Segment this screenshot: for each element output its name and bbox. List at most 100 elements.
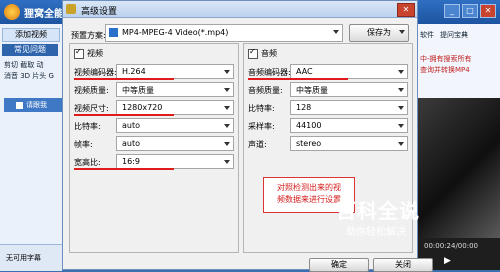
chevron-down-icon <box>224 160 230 164</box>
chevron-down-icon <box>398 124 404 128</box>
audio-codec-select[interactable]: AAC <box>290 64 408 79</box>
app-logo-icon <box>4 4 20 20</box>
play-icon[interactable]: ▶ <box>444 256 451 266</box>
right-tabs: 软件 提问宝典 <box>420 30 474 40</box>
audio-codec-row: 音频编码器: AAC <box>248 64 410 79</box>
audio-channel-select[interactable]: stereo <box>290 136 408 151</box>
video-checkbox[interactable] <box>74 47 84 59</box>
video-size-row: 视频尺寸: 1280x720 <box>74 100 236 115</box>
chevron-down-icon <box>224 70 230 74</box>
video-aspect-select[interactable]: 16:9 <box>116 154 234 169</box>
field-value: 16:9 <box>122 157 140 166</box>
annotation-line: 对照检测出来的视 <box>277 183 341 192</box>
minimize-icon[interactable]: _ <box>444 4 460 18</box>
video-framerate-row: 帧率: auto <box>74 136 236 151</box>
highlight-underline <box>74 114 174 116</box>
audio-bitrate-select[interactable]: 128 <box>290 100 408 115</box>
field-value: 128 <box>296 103 312 112</box>
chevron-down-icon <box>399 30 405 34</box>
chevron-down-icon <box>224 106 230 110</box>
watermark-title: 百科全说 <box>336 199 420 223</box>
chevron-down-icon <box>224 142 230 146</box>
tool-menu-line[interactable]: 消音 3D 片头 G <box>4 71 64 82</box>
app-tool-menu: 剪切 截取 动 消音 3D 片头 G <box>4 60 64 82</box>
field-label: 声道: <box>248 140 267 149</box>
audio-quality-row: 音频质量: 中等质量 <box>248 82 410 97</box>
chevron-down-icon <box>398 142 404 146</box>
chevron-down-icon <box>224 124 230 128</box>
video-codec-select[interactable]: H.264 <box>116 64 234 79</box>
video-bitrate-row: 比特率: auto <box>74 118 236 133</box>
audio-checkbox[interactable] <box>248 47 258 59</box>
field-value: 1280x720 <box>122 103 163 112</box>
field-label: 比特率: <box>248 104 275 113</box>
save-as-button[interactable]: 保存为 <box>349 24 409 42</box>
field-value: auto <box>122 121 141 130</box>
video-quality-row: 视频质量: 中等质量 <box>74 82 236 97</box>
audio-channel-row: 声道: stereo <box>248 136 410 151</box>
add-video-tab[interactable]: 添加视频 <box>2 28 60 42</box>
row-label: 请跟我 <box>26 101 47 109</box>
field-label: 比特率: <box>74 122 101 131</box>
video-header-label: 视频 <box>87 49 103 58</box>
field-label: 音频质量: <box>248 86 283 95</box>
field-value: 中等质量 <box>296 86 328 95</box>
right-link[interactable]: 查询并转换MP4 <box>420 65 472 76</box>
dialog-close-icon[interactable]: ✕ <box>397 3 415 17</box>
dialog-title: 高级设置 <box>81 7 118 17</box>
close-icon[interactable]: ✕ <box>480 4 496 18</box>
right-links: 中-拥有搜索所有 查询并转换MP4 <box>420 54 472 76</box>
field-label: 宽高比: <box>74 158 101 167</box>
field-label: 视频质量: <box>74 86 109 95</box>
row-checkbox[interactable] <box>16 101 23 109</box>
field-label: 采样率: <box>248 122 275 131</box>
field-label: 视频编码器: <box>74 68 117 77</box>
subtitle-status[interactable]: 无可用字幕 <box>6 253 41 263</box>
dialog-titlebar: 高级设置 ✕ <box>63 1 417 18</box>
field-value: 中等质量 <box>122 86 154 95</box>
audio-header-label: 音频 <box>261 49 277 58</box>
right-link[interactable]: 中-拥有搜索所有 <box>420 54 472 65</box>
field-label: 视频尺寸: <box>74 104 109 113</box>
maximize-icon[interactable]: □ <box>462 4 478 18</box>
video-list-row[interactable]: 请跟我 <box>4 98 62 112</box>
preset-value: MP4-MPEG-4 Video(*.mp4) <box>122 28 229 37</box>
audio-bitrate-row: 比特率: 128 <box>248 100 410 115</box>
video-codec-row: 视频编码器: H.264 <box>74 64 236 79</box>
right-tab[interactable]: 提问宝典 <box>440 30 468 40</box>
right-tab[interactable]: 软件 <box>420 30 434 40</box>
format-icon <box>109 28 118 37</box>
faq-tab[interactable]: 常见问题 <box>2 44 58 56</box>
field-value: auto <box>122 139 141 148</box>
preset-label: 预置方案: <box>71 31 106 40</box>
field-value: 44100 <box>296 121 322 130</box>
preset-select[interactable]: MP4-MPEG-4 Video(*.mp4) <box>105 24 343 42</box>
tool-menu-line[interactable]: 剪切 截取 动 <box>4 60 64 71</box>
video-panel: 视频 视频编码器: H.264 视频质量: 中等质量 视频尺寸: 1280x72… <box>69 43 239 253</box>
video-aspect-row: 宽高比: 16:9 <box>74 154 236 169</box>
chevron-down-icon <box>333 30 339 34</box>
field-label: 音频编码器: <box>248 68 291 77</box>
field-value: stereo <box>296 139 322 148</box>
field-value: H.264 <box>122 67 146 76</box>
audio-header[interactable]: 音频 <box>248 47 277 59</box>
video-framerate-select[interactable]: auto <box>116 136 234 151</box>
chevron-down-icon <box>398 70 404 74</box>
settings-icon <box>66 4 76 14</box>
video-header[interactable]: 视频 <box>74 47 103 59</box>
video-bitrate-select[interactable]: auto <box>116 118 234 133</box>
audio-samplerate-select[interactable]: 44100 <box>290 118 408 133</box>
save-as-label: 保存为 <box>367 28 391 37</box>
chevron-down-icon <box>398 88 404 92</box>
chevron-down-icon <box>398 106 404 110</box>
time-readout: 00:00:24/00:00 <box>424 242 478 250</box>
window-controls: _ □ ✕ <box>442 4 496 18</box>
watermark-subtitle: 助你轻松解决 <box>346 227 406 238</box>
video-size-select[interactable]: 1280x720 <box>116 100 234 115</box>
highlight-underline <box>74 168 174 170</box>
highlight-underline <box>248 78 348 80</box>
subtitle-bar: 无可用字幕 <box>0 244 62 271</box>
audio-quality-select[interactable]: 中等质量 <box>290 82 408 97</box>
video-quality-select[interactable]: 中等质量 <box>116 82 234 97</box>
audio-samplerate-row: 采样率: 44100 <box>248 118 410 133</box>
